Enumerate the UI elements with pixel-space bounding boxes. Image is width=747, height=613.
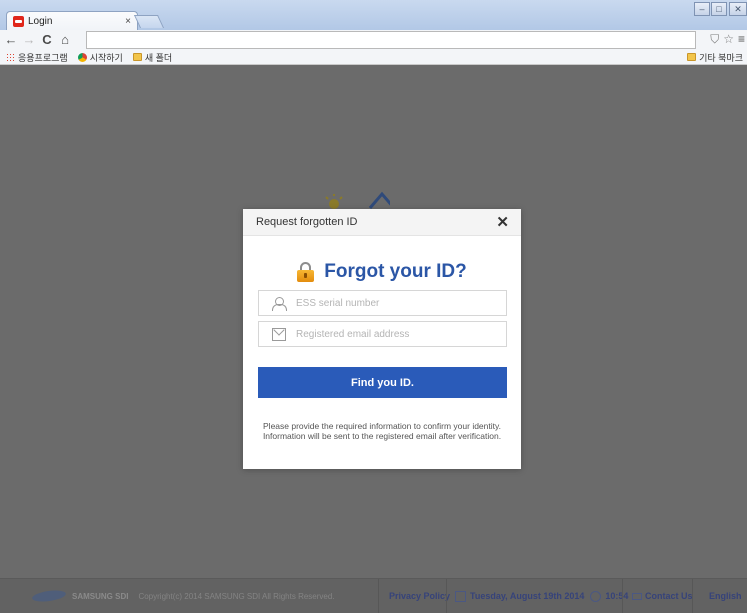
shield-icon[interactable]: ⛉ — [710, 32, 719, 47]
lock-icon — [297, 262, 315, 282]
folder-icon — [687, 53, 697, 61]
info-note-line-2: Information will be sent to the register… — [262, 431, 502, 441]
maximize-button[interactable]: □ — [711, 2, 727, 16]
mail-icon — [632, 592, 642, 600]
info-note: Please provide the required information … — [243, 421, 521, 441]
samsung-logo-icon — [31, 588, 67, 604]
serial-number-input[interactable] — [296, 297, 496, 309]
bookmarks-bar: 응용프로그램 시작하기 새 폴더 기타 북마크 — [0, 50, 747, 65]
heading-text: Forgot your ID? — [324, 261, 467, 282]
folder-icon — [132, 53, 142, 61]
bookmark-new-folder[interactable]: 새 폴더 — [132, 51, 173, 64]
bookmark-label: 시작하기 — [89, 52, 123, 63]
apps-icon — [6, 52, 15, 62]
other-bookmarks[interactable]: 기타 북마크 — [687, 51, 743, 64]
calendar-icon — [455, 590, 466, 602]
footer-brand: SAMSUNG SDI — [72, 591, 129, 601]
language-selector[interactable]: English — [709, 591, 742, 601]
email-field[interactable] — [258, 321, 507, 347]
minimize-button[interactable]: – — [694, 2, 710, 16]
tab-close-icon[interactable]: × — [121, 16, 135, 27]
privacy-policy-link[interactable]: Privacy Policy — [389, 591, 450, 601]
chrome-icon — [77, 52, 87, 62]
forgot-id-dialog: Request forgotten ID ✕ Forgot your ID? F… — [243, 209, 521, 469]
footer-date: Tuesday, August 19th 2014 — [470, 591, 585, 601]
footer-time: 10:54 — [605, 591, 629, 601]
bookmark-label: 응용프로그램 — [18, 52, 68, 63]
home-icon[interactable]: ⌂ — [58, 32, 72, 48]
back-icon[interactable]: ← — [4, 32, 18, 48]
background-logo-icon — [325, 191, 390, 209]
new-tab-button[interactable] — [133, 15, 165, 28]
dialog-title: Request forgotten ID — [256, 216, 358, 228]
close-icon[interactable]: ✕ — [496, 215, 509, 230]
email-input[interactable] — [296, 328, 496, 340]
bookmark-getting-started[interactable]: 시작하기 — [77, 51, 123, 64]
contact-us-label: Contact Us — [645, 591, 693, 601]
address-bar[interactable] — [86, 31, 696, 49]
close-window-button[interactable]: ✕ — [729, 2, 747, 16]
mail-icon — [272, 327, 286, 341]
reload-icon[interactable]: C — [40, 32, 54, 48]
user-icon — [272, 296, 287, 311]
dialog-header: Request forgotten ID ✕ — [243, 209, 521, 236]
dialog-heading: Forgot your ID? — [243, 261, 521, 283]
bookmark-label: 새 폴더 — [144, 52, 173, 63]
bookmark-star-icon[interactable]: ☆ — [723, 32, 734, 47]
clock-icon — [590, 590, 602, 602]
page-footer: SAMSUNG SDI Copyright(c) 2014 SAMSUNG SD… — [0, 578, 747, 613]
info-note-line-1: Please provide the required information … — [263, 421, 501, 431]
bookmark-apps[interactable]: 응용프로그램 — [6, 51, 68, 64]
browser-toolbar: ← → C ⌂ ⛉ ☆ ≡ — [0, 30, 747, 50]
browser-tab[interactable]: Login × — [6, 11, 138, 30]
samsung-favicon-icon — [13, 15, 24, 27]
contact-us-link[interactable]: Contact Us — [632, 591, 693, 601]
other-bookmarks-label: 기타 북마크 — [699, 52, 743, 63]
footer-copyright: Copyright(c) 2014 SAMSUNG SDI All Rights… — [138, 591, 335, 601]
footer-datetime: Tuesday, August 19th 2014 10:54 — [455, 590, 629, 602]
menu-icon[interactable]: ≡ — [738, 32, 745, 47]
browser-titlebar: Login × – □ ✕ — [0, 0, 747, 30]
find-id-button[interactable]: Find you ID. — [258, 367, 507, 398]
serial-number-field[interactable] — [258, 290, 507, 316]
forward-icon[interactable]: → — [22, 32, 36, 48]
tab-title: Login — [28, 15, 53, 27]
